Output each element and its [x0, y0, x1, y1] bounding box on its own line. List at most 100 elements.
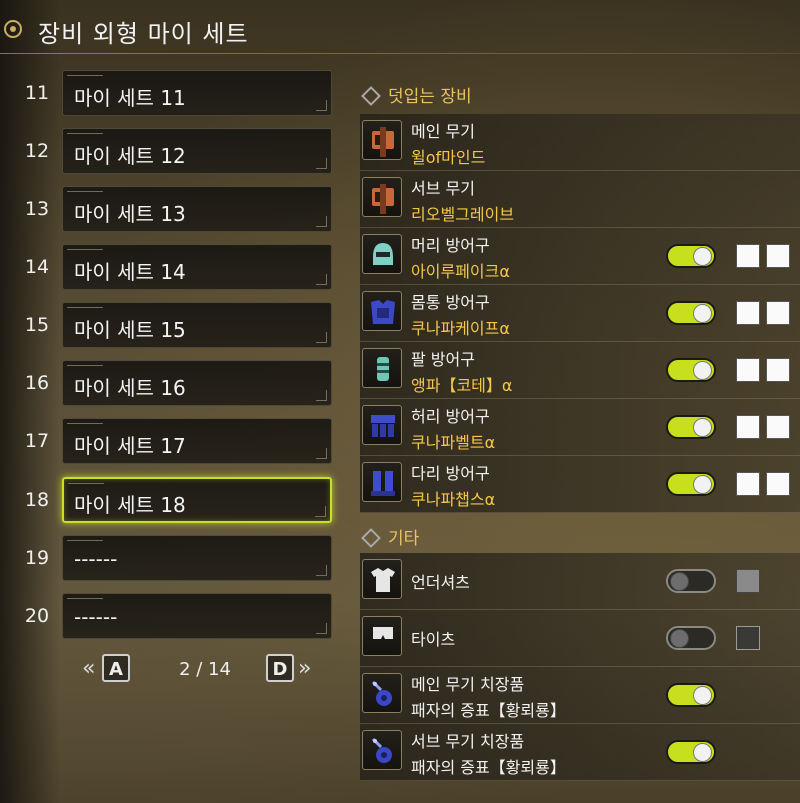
prev-page-key-button[interactable]: A [102, 654, 130, 682]
set-number: 13 [24, 198, 50, 220]
visibility-toggle[interactable] [666, 683, 716, 707]
visibility-toggle[interactable] [666, 740, 716, 764]
equipment-row-sub-weapon[interactable]: 서브 무기 리오벨그레이브 [360, 171, 800, 228]
set-number: 14 [24, 256, 50, 278]
leg-armor-icon [362, 462, 402, 502]
item-name: 아이루페이크α [411, 262, 510, 281]
set-number: 16 [24, 372, 50, 394]
item-name: 앵파【코테】α [411, 376, 513, 395]
slot-label: 머리 방어구 [411, 236, 490, 255]
charm-icon [362, 730, 402, 770]
slot-label: 몸통 방어구 [411, 293, 490, 312]
set-slot[interactable]: 11 마이 세트 11 [20, 70, 336, 120]
set-slot[interactable]: 16 마이 세트 16 [20, 360, 336, 410]
slot-label: 허리 방어구 [411, 407, 490, 426]
set-name: 마이 세트 16 [74, 376, 186, 400]
dye-box[interactable] [766, 358, 790, 382]
set-number: 19 [24, 547, 50, 569]
set-number: 12 [24, 140, 50, 162]
dye-box[interactable] [766, 301, 790, 325]
helmet-icon [362, 234, 402, 274]
equipment-row-main-weapon[interactable]: 메인 무기 윌of마인드 [360, 114, 800, 171]
visibility-toggle[interactable] [666, 415, 716, 439]
dye-box[interactable] [766, 472, 790, 496]
other-label: 타이츠 [411, 630, 456, 649]
visibility-toggle[interactable] [666, 472, 716, 496]
slot-label: 다리 방어구 [411, 464, 490, 483]
item-name: 패자의 증표【황뢰룡】 [411, 701, 566, 720]
equipment-row-arms[interactable]: 팔 방어구 앵파【코테】α [360, 342, 800, 399]
menu-emblem-icon [4, 20, 22, 38]
dye-box[interactable] [736, 626, 760, 650]
equipment-row-head[interactable]: 머리 방어구 아이루페이크α [360, 228, 800, 285]
tights-icon [362, 616, 402, 656]
set-name: ------ [74, 605, 118, 629]
set-name: 마이 세트 13 [74, 202, 186, 226]
dye-box[interactable] [736, 244, 760, 268]
gauntlet-icon [362, 348, 402, 388]
undershirt-icon [362, 559, 402, 599]
dye-box[interactable] [736, 472, 760, 496]
greatsword-icon [362, 120, 402, 160]
set-slot[interactable]: 20 ------ [20, 593, 336, 643]
dye-box[interactable] [736, 569, 760, 593]
set-slot[interactable]: 17 마이 세트 17 [20, 418, 336, 468]
item-name: 쿠나파벨트α [411, 433, 496, 452]
set-number: 11 [24, 82, 50, 104]
page-title: 장비 외형 마이 세트 [38, 20, 249, 48]
section-header-other: 기타 [360, 524, 419, 549]
other-row-tights[interactable]: 타이츠 [360, 610, 800, 667]
other-row-main-weapon-charm[interactable]: 메인 무기 치장품 패자의 증표【황뢰룡】 [360, 667, 800, 724]
visibility-toggle[interactable] [666, 244, 716, 268]
set-name: 마이 세트 12 [74, 144, 186, 168]
chest-armor-icon [362, 291, 402, 331]
set-name: 마이 세트 11 [74, 86, 186, 110]
dye-box[interactable] [736, 358, 760, 382]
set-slot[interactable]: 12 마이 세트 12 [20, 128, 336, 178]
visibility-toggle[interactable] [666, 301, 716, 325]
pager: « A 2 / 14 D » [80, 654, 320, 686]
header-divider [0, 53, 800, 54]
dye-box[interactable] [736, 301, 760, 325]
equipment-row-waist[interactable]: 허리 방어구 쿠나파벨트α [360, 399, 800, 456]
dye-box[interactable] [766, 415, 790, 439]
slot-label: 팔 방어구 [411, 350, 475, 369]
next-page-key-button[interactable]: D [266, 654, 294, 682]
other-row-sub-weapon-charm[interactable]: 서브 무기 치장품 패자의 증표【황뢰룡】 [360, 724, 800, 781]
waist-armor-icon [362, 405, 402, 445]
slot-label: 메인 무기 [411, 122, 475, 141]
equipment-row-chest[interactable]: 몸통 방어구 쿠나파케이프α [360, 285, 800, 342]
set-name: 마이 세트 15 [74, 318, 186, 342]
page-indicator: 2 / 14 [179, 659, 231, 680]
slot-label: 서브 무기 치장품 [411, 732, 525, 751]
item-name: 리오벨그레이브 [411, 205, 515, 224]
visibility-toggle[interactable] [666, 358, 716, 382]
set-slot[interactable]: 15 마이 세트 15 [20, 302, 336, 352]
set-number: 18 [24, 489, 50, 511]
dye-box[interactable] [736, 415, 760, 439]
visibility-toggle[interactable] [666, 569, 716, 593]
set-name: ------ [74, 547, 118, 571]
other-row-undershirt[interactable]: 언더셔츠 [360, 553, 800, 610]
item-name: 쿠나파케이프α [411, 319, 510, 338]
visibility-toggle[interactable] [666, 626, 716, 650]
item-name: 쿠나파챕스α [411, 490, 496, 509]
prev-page-arrow-icon[interactable]: « [82, 656, 95, 681]
section-title: 덧입는 장비 [388, 87, 472, 107]
next-page-arrow-icon[interactable]: » [298, 656, 311, 681]
section-header-equipment: 덧입는 장비 [360, 82, 472, 107]
charm-icon [362, 673, 402, 713]
set-slot[interactable]: 14 마이 세트 14 [20, 244, 336, 294]
set-number: 15 [24, 314, 50, 336]
section-title: 기타 [388, 529, 420, 549]
set-slot[interactable]: 19 ------ [20, 535, 336, 585]
slot-label: 메인 무기 치장품 [411, 675, 525, 694]
equipment-row-legs[interactable]: 다리 방어구 쿠나파챕스α [360, 456, 800, 513]
set-slot-selected[interactable]: 18 마이 세트 18 [20, 477, 336, 527]
slot-label: 서브 무기 [411, 179, 475, 198]
dye-box[interactable] [766, 244, 790, 268]
section-diamond-icon [361, 86, 381, 106]
greatsword-icon [362, 177, 402, 217]
set-slot[interactable]: 13 마이 세트 13 [20, 186, 336, 236]
section-diamond-icon [361, 528, 381, 548]
